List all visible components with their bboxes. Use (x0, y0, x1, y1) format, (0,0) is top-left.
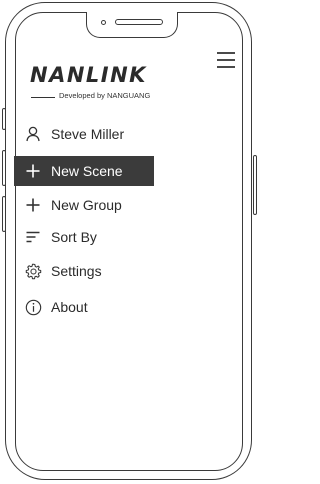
speaker-icon (115, 19, 163, 25)
phone-mockup: NANLINK Developed by NANGUANG Steve Mill… (0, 0, 259, 484)
sort-icon (23, 227, 43, 247)
menu-item-new-scene[interactable]: New Scene (14, 156, 154, 186)
menu-item-label: Settings (51, 263, 102, 279)
menu-item-label: New Group (51, 197, 122, 213)
menu-item-about[interactable]: About (14, 292, 154, 322)
logo-divider (31, 97, 55, 98)
gear-icon (23, 261, 43, 281)
phone-notch (86, 12, 178, 38)
brand-tagline: Developed by NANGUANG (59, 91, 151, 100)
plus-icon (23, 161, 43, 181)
phone-side-button (253, 155, 257, 215)
menu-item-label: New Scene (51, 163, 123, 179)
info-icon (23, 297, 43, 317)
menu-item-settings[interactable]: Settings (14, 256, 154, 286)
hamburger-menu-icon[interactable] (217, 52, 235, 68)
menu-item-label: Sort By (51, 229, 97, 245)
menu-item-profile[interactable]: Steve Miller (14, 119, 154, 149)
camera-icon (101, 20, 106, 25)
menu-item-label: Steve Miller (51, 126, 125, 142)
brand-logo: NANLINK (30, 63, 147, 87)
plus-icon (23, 195, 43, 215)
menu-item-new-group[interactable]: New Group (14, 190, 154, 220)
menu-item-sort-by[interactable]: Sort By (14, 222, 154, 252)
menu-item-label: About (51, 299, 88, 315)
person-icon (23, 124, 43, 144)
